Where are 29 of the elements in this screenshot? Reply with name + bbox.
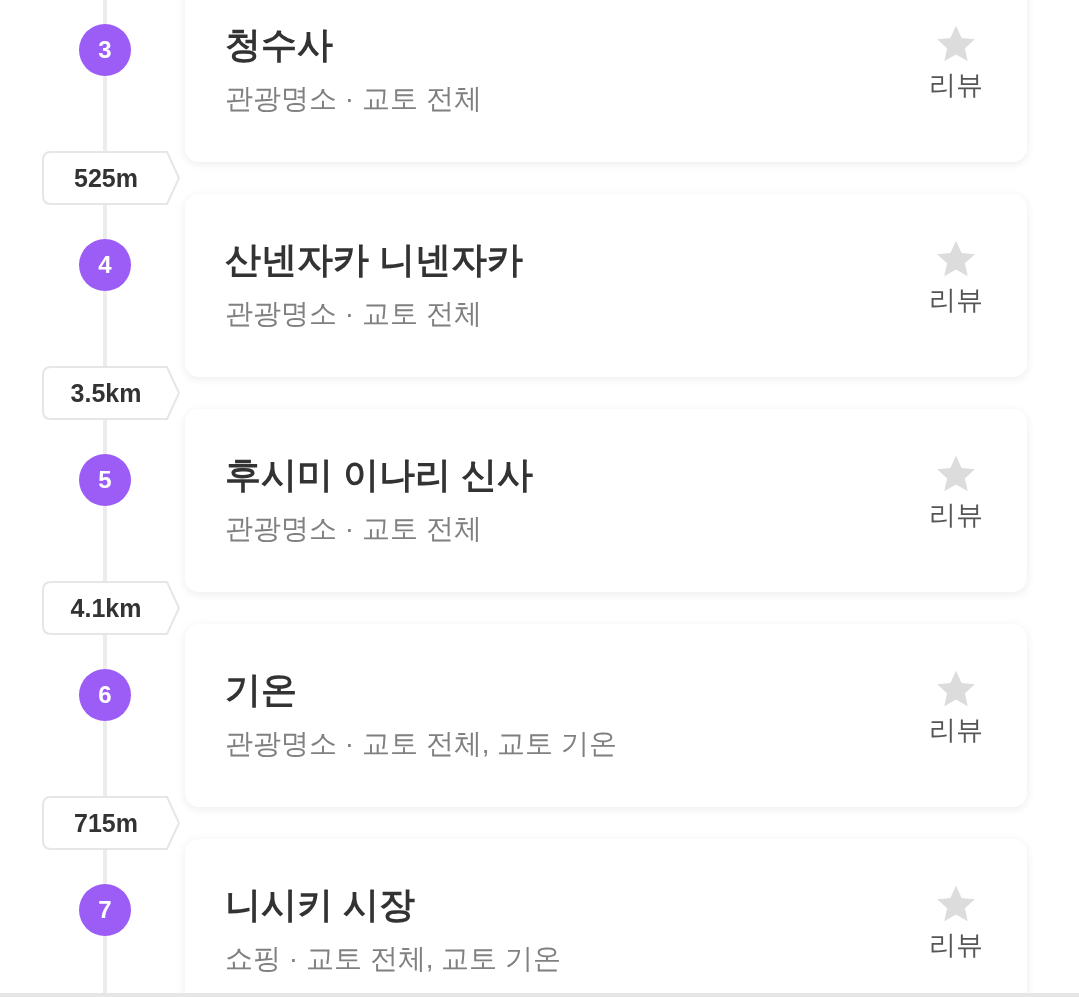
review-label: 리뷰	[929, 69, 983, 102]
place-card[interactable]: 청수사 관광명소 · 교토 전체 리뷰	[185, 0, 1027, 162]
review-label: 리뷰	[929, 929, 983, 962]
place-meta: 관광명소 · 교토 전체	[225, 512, 483, 546]
distance-badge: 525m	[42, 151, 180, 205]
stop-number: 7	[79, 884, 131, 936]
stop-number: 4	[79, 239, 131, 291]
distance-badge: 715m	[42, 796, 180, 850]
place-meta: 관광명소 · 교토 전체	[225, 82, 482, 116]
place-name: 산넨자카 니넨자카	[225, 238, 523, 282]
place-card[interactable]: 기온 관광명소 · 교토 전체, 교토 기온 리뷰	[185, 624, 1027, 807]
review-label: 리뷰	[929, 284, 983, 317]
distance-badge: 4.1km	[42, 581, 180, 635]
place-card[interactable]: 니시키 시장 쇼핑 · 교토 전체, 교토 기온 리뷰	[185, 839, 1027, 993]
distance-badge: 3.5km	[42, 366, 180, 420]
place-name: 기온	[225, 668, 298, 712]
place-meta: 쇼핑 · 교토 전체, 교토 기온	[225, 942, 561, 976]
place-name: 후시미 이나리 신사	[225, 453, 533, 497]
review-label: 리뷰	[929, 499, 983, 532]
place-meta: 관광명소 · 교토 전체, 교토 기온	[225, 727, 617, 761]
stop-number: 3	[79, 24, 131, 76]
stop-number: 6	[79, 669, 131, 721]
place-name: 청수사	[225, 23, 334, 67]
place-card[interactable]: 후시미 이나리 신사 관광명소 · 교토 전체 리뷰	[185, 409, 1027, 592]
review-label: 리뷰	[929, 714, 983, 747]
place-card[interactable]: 산넨자카 니넨자카 관광명소 · 교토 전체 리뷰	[185, 194, 1027, 377]
place-name: 니시키 시장	[225, 883, 416, 927]
place-meta: 관광명소 · 교토 전체	[225, 297, 483, 331]
stop-number: 5	[79, 454, 131, 506]
